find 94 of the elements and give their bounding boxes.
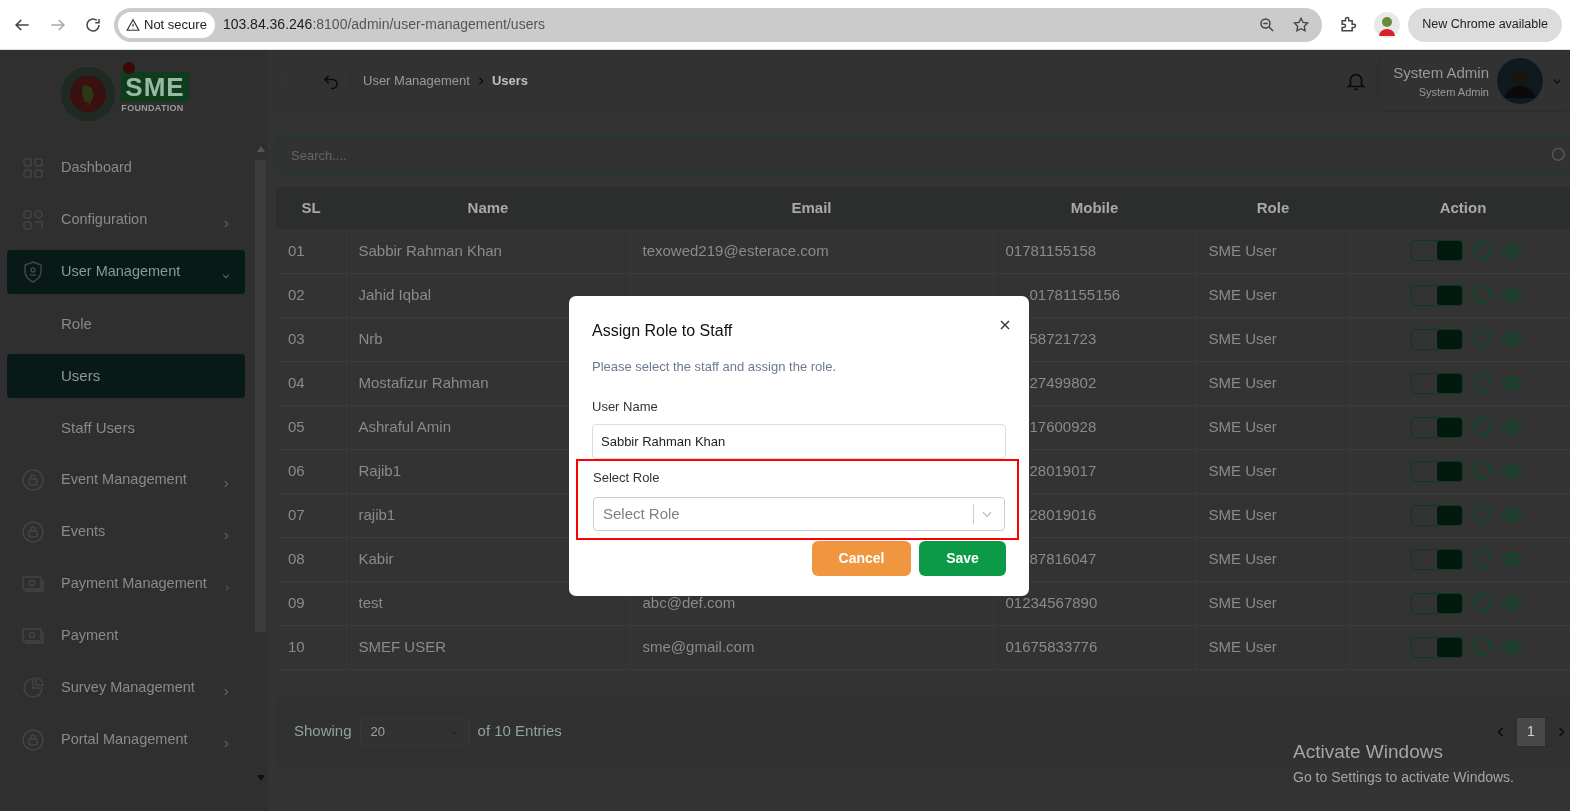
logo-wordmark: SME <box>121 72 189 103</box>
column-header: Mobile <box>993 187 1196 229</box>
status-toggle[interactable] <box>1410 504 1463 526</box>
chevron-right-icon <box>221 531 231 541</box>
table-cell: Sabbir Rahman Khan <box>346 229 630 273</box>
scroll-up-icon[interactable] <box>257 146 265 152</box>
table-cell: 06 <box>276 449 346 493</box>
url-text: 103.84.36.246:8100/admin/user-management/users <box>222 15 547 34</box>
table-cell: 09 <box>276 581 346 625</box>
table-cell: 03 <box>276 317 346 361</box>
chevron-right-icon <box>221 219 231 229</box>
input-field[interactable]: Sabbir Rahman Khan <box>592 424 1006 459</box>
security-label: Not secure <box>144 15 207 34</box>
shield-icon <box>21 260 45 284</box>
table-cell: SME User <box>1196 317 1350 361</box>
table-cell: 05 <box>276 405 346 449</box>
table-cell: SMEF USER <box>346 625 630 669</box>
logo-dot-icon <box>123 62 136 75</box>
status-toggle[interactable] <box>1410 372 1463 394</box>
update-button[interactable]: New Chrome available <box>1408 7 1562 42</box>
activation-title: Activate Windows <box>1293 740 1444 764</box>
table-cell: 01 <box>276 229 346 273</box>
reload-icon[interactable] <box>84 15 102 34</box>
sidebar-item[interactable]: Dashboard <box>7 146 245 190</box>
table-cell: SME User <box>1196 449 1350 493</box>
save-button[interactable]: Save <box>919 541 1006 576</box>
warning-icon <box>126 17 140 32</box>
user-role: System Admin <box>1418 85 1489 100</box>
status-toggle[interactable] <box>1410 548 1463 570</box>
avatar <box>1497 58 1543 104</box>
column-header: Email <box>630 187 993 229</box>
table-cell: SME User <box>1196 581 1350 625</box>
showing-label: Showing <box>294 721 352 742</box>
status-toggle[interactable] <box>1410 240 1463 262</box>
sidebar-item[interactable]: Payment Management <box>7 562 245 606</box>
table-cell: SME User <box>1196 405 1350 449</box>
sidebar-item[interactable]: Configuration <box>7 198 245 242</box>
chevron-right-icon <box>221 739 231 749</box>
table-cell: sme@gmail.com <box>630 625 993 669</box>
entries-label: of 10 Entries <box>477 721 562 742</box>
table-cell: 07 <box>276 493 346 537</box>
chevron-down-icon <box>221 271 231 281</box>
table-cell: 04 <box>276 361 346 405</box>
breadcrumb-link[interactable]: User Management <box>363 71 470 91</box>
sidebar-item[interactable]: Survey Management <box>7 666 245 710</box>
role-select[interactable]: Select Role <box>593 497 1005 531</box>
table-cell: 01675833776 <box>993 625 1196 669</box>
table-cell: SME User <box>1196 273 1350 317</box>
chevron-right-icon <box>221 479 231 489</box>
emblem-icon <box>59 65 118 123</box>
table-cell: texowed219@esterace.com <box>630 229 993 273</box>
table-cell: 01781155158 <box>993 229 1196 273</box>
sidebar-item[interactable]: User Management <box>7 250 245 294</box>
user-menu[interactable]: System Admin System Admin <box>1380 50 1570 112</box>
status-toggle[interactable] <box>1410 284 1463 306</box>
undo-icon[interactable] <box>322 72 340 90</box>
page-size-select[interactable]: 20 <box>359 717 470 746</box>
table-cell: SME User <box>1196 493 1350 537</box>
profile-avatar[interactable] <box>1374 11 1401 38</box>
sidebar-item[interactable]: Portal Management <box>7 718 245 762</box>
page-button[interactable]: 1 <box>1516 716 1546 747</box>
table-cell: SME User <box>1196 625 1350 669</box>
column-header: SL <box>276 187 346 229</box>
table-cell: SME User <box>1196 229 1350 273</box>
table-cell: 10 <box>276 625 346 669</box>
extension-icon[interactable] <box>1338 14 1359 35</box>
activation-text: Go to Settings to activate Windows. <box>1293 767 1514 787</box>
cancel-button[interactable]: Cancel <box>812 541 911 576</box>
sidebar-subitem[interactable]: Role <box>7 302 245 346</box>
security-chip[interactable]: Not secure <box>118 11 215 38</box>
status-toggle[interactable] <box>1410 328 1463 350</box>
chevron-right-icon <box>221 687 231 697</box>
address-bar[interactable]: Not secure 103.84.36.246:8100/admin/user-management/users <box>114 7 1323 42</box>
sidebar-subitem[interactable]: Users <box>7 354 245 398</box>
user-name: System Admin <box>1393 62 1489 83</box>
column-header: Name <box>346 187 630 229</box>
sidebar-subitem[interactable]: Staff Users <box>7 406 245 450</box>
table-cell: 08 <box>276 537 346 581</box>
sidebar-item[interactable]: Payment <box>7 614 245 658</box>
scroll-down-icon[interactable] <box>257 775 265 781</box>
status-toggle[interactable] <box>1410 416 1463 438</box>
status-toggle[interactable] <box>1410 460 1463 482</box>
status-toggle[interactable] <box>1410 636 1463 658</box>
column-header: Action <box>1350 187 1570 229</box>
table-cell: 02 <box>276 273 346 317</box>
status-toggle[interactable] <box>1410 592 1463 614</box>
breadcrumb-link[interactable]: Users <box>491 71 529 91</box>
sidebar-item[interactable]: Event Management <box>7 458 245 502</box>
table-cell: SME User <box>1196 537 1350 581</box>
table-cell: SME User <box>1196 361 1350 405</box>
sidebar-item[interactable]: Events <box>7 510 245 554</box>
star-icon[interactable] <box>1292 15 1311 34</box>
logo-tagline: FOUNDATION <box>121 102 184 116</box>
column-header: Role <box>1196 187 1350 229</box>
